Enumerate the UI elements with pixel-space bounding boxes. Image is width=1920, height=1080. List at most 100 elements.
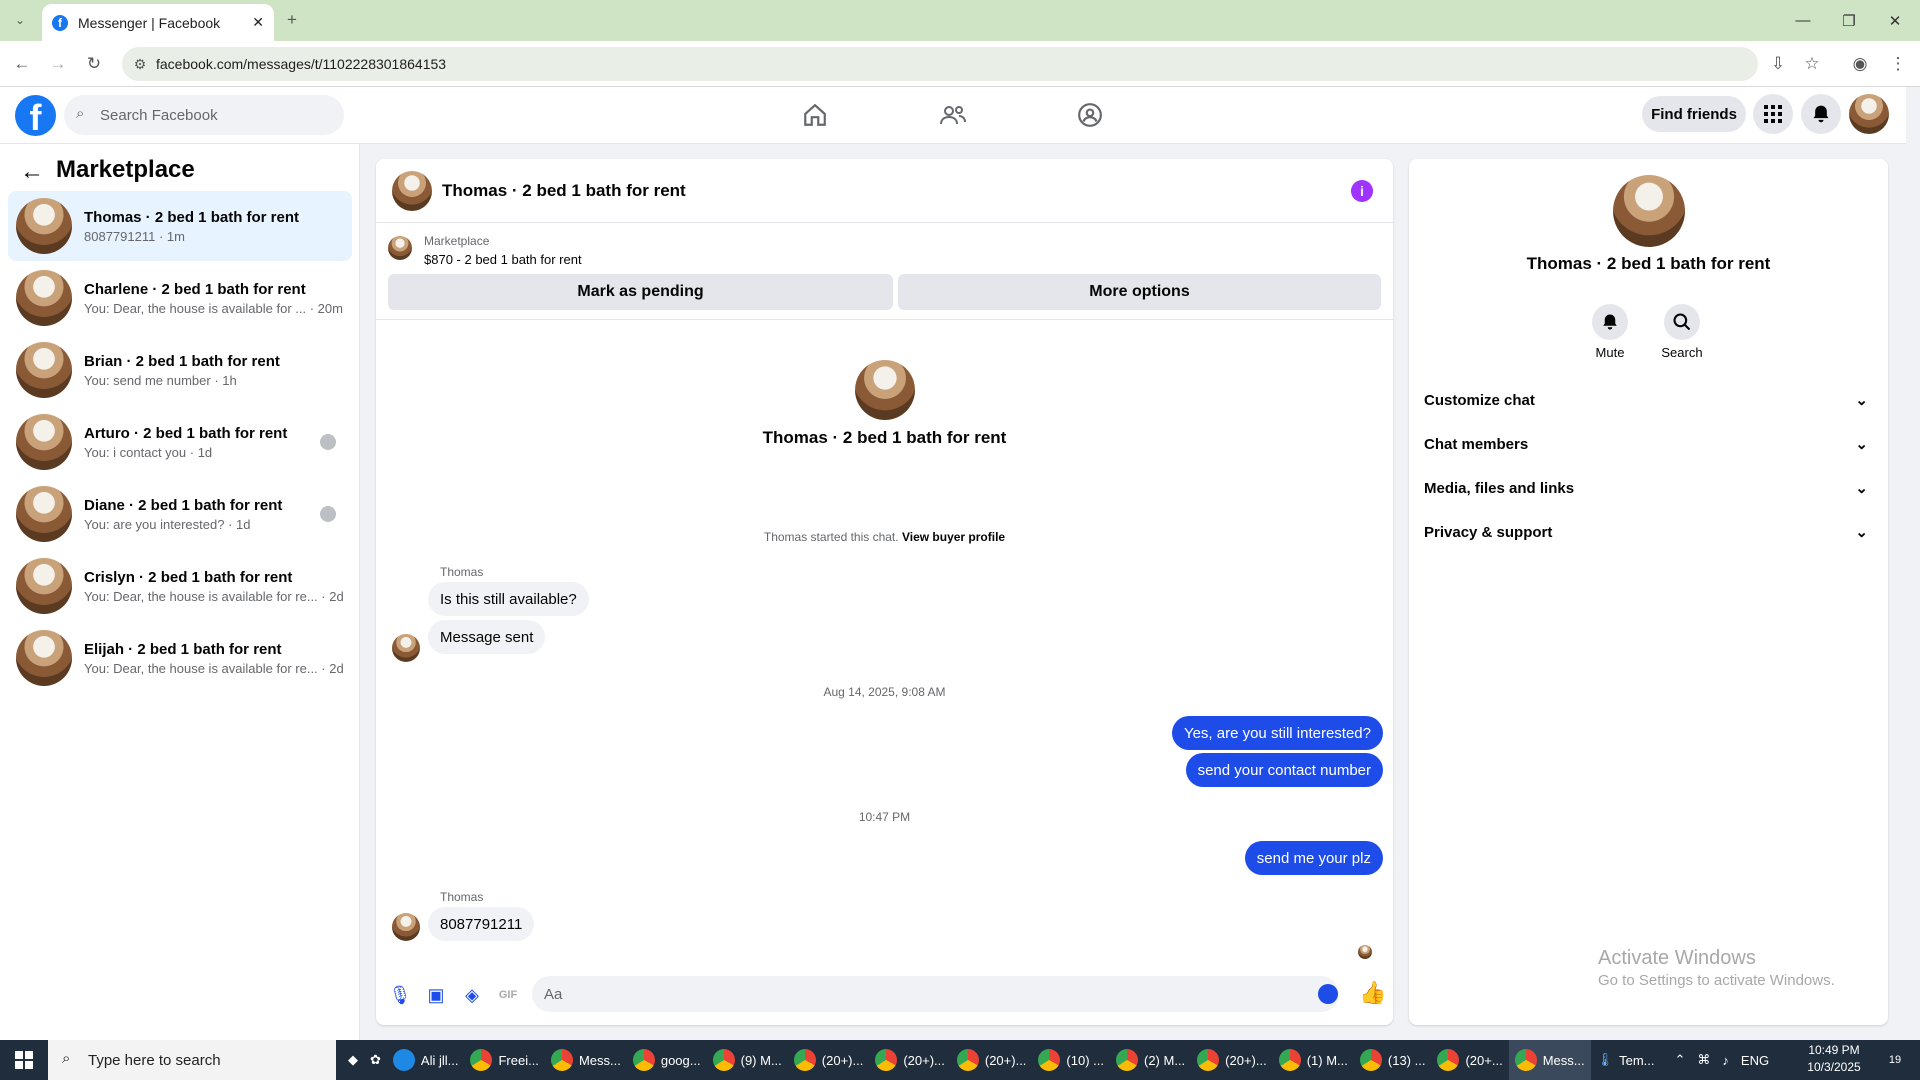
profile-avatar[interactable] [1613, 175, 1685, 247]
conversation-item[interactable]: Elijah · 2 bed 1 bath for rent You: Dear,… [8, 623, 352, 693]
notifications-bell-icon[interactable] [1801, 94, 1841, 134]
microphone-icon[interactable]: 🎙 [388, 983, 412, 1007]
copilot-icon[interactable]: ◆ [342, 1040, 364, 1080]
volume-icon[interactable]: ♪ [1716, 1040, 1735, 1080]
conversation-item[interactable]: Thomas · 2 bed 1 bath for rent 8087791211… [8, 191, 352, 261]
forward-icon[interactable]: → [46, 52, 70, 76]
account-avatar[interactable] [1849, 94, 1889, 134]
avatar [16, 414, 72, 470]
taskbar-app[interactable]: Ali jll... [387, 1040, 465, 1080]
network-icon[interactable]: ⌘ [1691, 1040, 1716, 1080]
groups-icon[interactable] [1072, 100, 1108, 130]
restore-icon[interactable]: ❐ [1826, 0, 1872, 41]
reload-icon[interactable]: ↻ [82, 52, 106, 76]
section-privacy-support[interactable]: Privacy & support ⌄ [1424, 512, 1876, 552]
taskbar-app[interactable]: (10) ... [1032, 1040, 1110, 1080]
facebook-logo[interactable]: f [15, 95, 56, 136]
message-input[interactable]: Aa [532, 976, 1339, 1012]
menu-grid-icon[interactable] [1753, 94, 1793, 134]
notification-center-icon[interactable]: 19 [1880, 1050, 1910, 1070]
taskbar-clock[interactable]: 10:49 PM 10/3/2025 [1794, 1042, 1874, 1076]
chevron-down-icon: ⌄ [1855, 480, 1868, 497]
taskbar-app[interactable]: 🌡 Tem... [1591, 1040, 1661, 1080]
home-icon[interactable] [797, 100, 833, 130]
install-app-icon[interactable]: ⇩ [1766, 52, 1790, 76]
taskbar-app[interactable]: (20+)... [788, 1040, 870, 1080]
taskbar-app[interactable]: (20+)... [869, 1040, 951, 1080]
taskbar-app[interactable]: Mess... [545, 1040, 627, 1080]
friends-icon[interactable] [935, 100, 971, 130]
taskbar-app[interactable]: (9) M... [707, 1040, 788, 1080]
find-friends-button[interactable]: Find friends [1642, 96, 1746, 132]
taskbar-app-active[interactable]: Mess... [1508, 1040, 1591, 1080]
taskbar-app[interactable]: (20+)... [951, 1040, 1033, 1080]
back-arrow-icon[interactable]: ← [18, 158, 46, 186]
mute-bell-icon[interactable] [1592, 304, 1628, 340]
conversation-item[interactable]: Charlene · 2 bed 1 bath for rent You: Dea… [8, 263, 352, 333]
conversation-item[interactable]: Arturo · 2 bed 1 bath for rent You: i con… [8, 407, 352, 477]
section-customize-chat[interactable]: Customize chat ⌄ [1424, 380, 1876, 420]
section-media-files-links[interactable]: Media, files and links ⌄ [1424, 468, 1876, 508]
emoji-icon[interactable] [1318, 984, 1338, 1004]
incoming-message[interactable]: Is this still available? [428, 582, 589, 616]
taskbar-app-label: Tem... [1619, 1052, 1655, 1068]
info-icon[interactable]: i [1351, 180, 1373, 202]
taskbar-app[interactable]: Freei... [464, 1040, 544, 1080]
section-label: Chat members [1424, 435, 1529, 453]
gif-icon[interactable]: GIF [496, 983, 520, 1007]
taskbar-app[interactable]: (1) M... [1273, 1040, 1354, 1080]
new-tab-icon[interactable]: + [280, 8, 304, 32]
minimize-icon[interactable]: — [1780, 0, 1826, 41]
facebook-search-input[interactable]: ⌕ Search Facebook [64, 95, 344, 135]
mark-pending-button[interactable]: Mark as pending [388, 274, 893, 310]
sender-avatar [392, 913, 420, 941]
taskbar-search-input[interactable]: ⌕ Type here to search [48, 1040, 336, 1080]
outgoing-message[interactable]: send me your plz [1244, 841, 1383, 875]
tab-search-icon[interactable]: ⌄ [8, 8, 32, 32]
chat-title[interactable]: Thomas · 2 bed 1 bath for rent [442, 181, 686, 201]
tab-close-icon[interactable]: ✕ [252, 14, 264, 31]
section-chat-members[interactable]: Chat members ⌄ [1424, 424, 1876, 464]
conversation-name: Brian · 2 bed 1 bath for rent [84, 352, 280, 370]
back-icon[interactable]: ← [10, 52, 34, 76]
view-buyer-profile-link[interactable]: View buyer profile [902, 530, 1005, 544]
profile-name: Thomas · 2 bed 1 bath for rent [1526, 254, 1771, 273]
conversation-item[interactable]: Crislyn · 2 bed 1 bath for rent You: Dear… [8, 551, 352, 621]
browser-tab[interactable]: f Messenger | Facebook ✕ [42, 4, 274, 41]
close-window-icon[interactable]: ✕ [1872, 0, 1918, 41]
app-icon[interactable]: ✿ [364, 1040, 387, 1080]
photo-icon[interactable]: ▣ [424, 983, 448, 1007]
chrome-icon [875, 1049, 898, 1071]
tray-chevron-icon[interactable]: ⌃ [1669, 1040, 1692, 1080]
conversation-item[interactable]: Brian · 2 bed 1 bath for rent You: send m… [8, 335, 352, 405]
like-thumb-icon[interactable]: 👍 [1359, 980, 1386, 1005]
taskbar-app[interactable]: (2) M... [1110, 1040, 1191, 1080]
listing-title[interactable]: $870 - 2 bed 1 bath for rent [424, 252, 582, 267]
search-chat-icon[interactable] [1664, 304, 1700, 340]
taskbar-app[interactable]: (20+)... [1191, 1040, 1273, 1080]
browser-menu-icon[interactable]: ⋮ [1886, 52, 1910, 76]
taskbar-app[interactable]: goog... [627, 1040, 707, 1080]
sticker-icon[interactable]: ◈ [460, 983, 484, 1007]
incoming-message[interactable]: Message sent [428, 620, 546, 654]
search-icon: ⌕ [62, 1050, 71, 1067]
windows-start-icon[interactable] [0, 1040, 48, 1080]
edge-icon [392, 1049, 415, 1071]
timestamp: Aug 14, 2025, 9:08 AM [823, 685, 946, 699]
language-indicator[interactable]: ENG [1735, 1040, 1775, 1080]
more-options-button[interactable]: More options [898, 274, 1381, 310]
taskbar-app[interactable]: (13) ... [1354, 1040, 1432, 1080]
site-info-icon[interactable]: ⚙ [128, 52, 152, 76]
conversation-item[interactable]: Diane · 2 bed 1 bath for rent You: are yo… [8, 479, 352, 549]
chrome-icon [1038, 1049, 1061, 1071]
outgoing-message[interactable]: Yes, are you still interested? [1171, 716, 1383, 750]
profile-icon[interactable]: ◉ [1848, 52, 1872, 76]
chat-avatar[interactable] [392, 170, 432, 211]
outgoing-message[interactable]: send your contact number [1185, 753, 1383, 787]
activate-windows-title: Activate Windows [1598, 947, 1756, 969]
contact-avatar[interactable] [855, 360, 915, 420]
bookmark-star-icon[interactable]: ☆ [1800, 52, 1824, 76]
address-bar[interactable]: facebook.com/messages/t/1102228301864153 [122, 47, 1758, 81]
taskbar-app[interactable]: (20+... [1431, 1040, 1508, 1080]
incoming-message[interactable]: 8087791211 [428, 907, 535, 941]
